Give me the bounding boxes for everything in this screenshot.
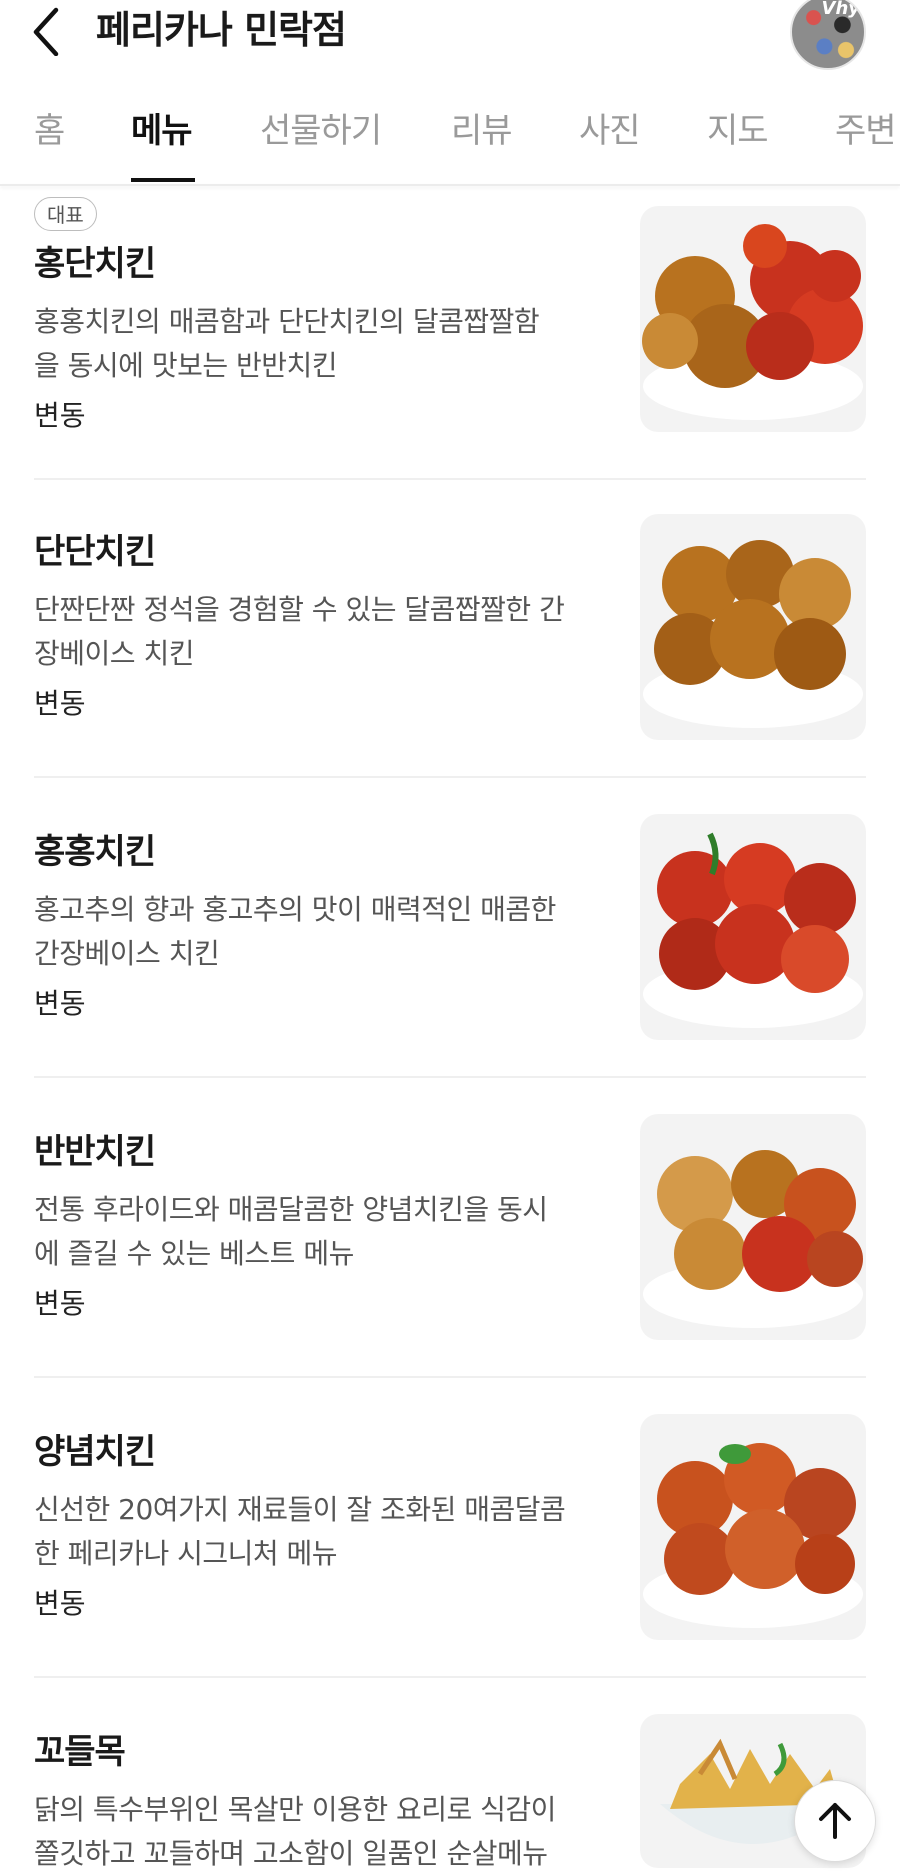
tab-bar: 홈 메뉴 선물하기 리뷰 사진 지도 주변 xyxy=(0,92,900,182)
menu-item-desc-line2: 쫄깃하고 꼬들하며 고소함이 일품인 순살메뉴 xyxy=(34,1837,548,1870)
item-divider xyxy=(34,776,866,778)
tab-photo[interactable]: 사진 xyxy=(579,110,641,152)
menu-item-name: 양념치킨 xyxy=(34,1432,156,1472)
store-avatar[interactable]: Vhy xyxy=(790,0,866,70)
signature-badge: 대표 xyxy=(34,197,97,231)
arrow-up-icon xyxy=(819,1803,851,1839)
chevron-left-icon xyxy=(33,7,59,57)
menu-item-price: 변동 xyxy=(34,1587,86,1620)
item-divider xyxy=(34,1676,866,1678)
menu-item-price: 변동 xyxy=(34,687,86,720)
menu-item-desc-line2: 간장베이스 치킨 xyxy=(34,937,220,970)
menu-item-desc-line1: 닭의 특수부위인 목살만 이용한 요리로 식감이 xyxy=(34,1793,556,1826)
menu-item-photo[interactable] xyxy=(640,814,866,1040)
menu-item-price: 변동 xyxy=(34,1287,86,1320)
tab-menu[interactable]: 메뉴 xyxy=(131,110,193,152)
menu-item-name: 홍단치킨 xyxy=(34,244,156,284)
avatar-text: Vhy xyxy=(821,0,860,19)
tab-map[interactable]: 지도 xyxy=(707,110,769,152)
menu-item-desc-line2: 한 페리카나 시그니처 메뉴 xyxy=(34,1537,338,1570)
menu-item-desc-line1: 홍고추의 향과 홍고추의 맛이 매력적인 매콤한 xyxy=(34,893,556,926)
tab-review[interactable]: 리뷰 xyxy=(451,110,513,152)
menu-item-desc-line1: 전통 후라이드와 매콤달콤한 양념치킨을 동시 xyxy=(34,1193,548,1226)
item-divider xyxy=(34,1076,866,1078)
menu-item-desc-line2: 을 동시에 맛보는 반반치킨 xyxy=(34,349,338,382)
menu-item-photo[interactable] xyxy=(640,514,866,740)
scroll-to-top-button[interactable] xyxy=(794,1780,876,1862)
menu-item-photo[interactable] xyxy=(640,1114,866,1340)
app-header: 페리카나 민락점 Vhy xyxy=(0,0,900,70)
menu-item-desc-line2: 장베이스 치킨 xyxy=(34,637,194,670)
menu-item-name: 꼬들목 xyxy=(34,1732,126,1772)
menu-item-price: 변동 xyxy=(34,399,86,432)
menu-item-price: 변동 xyxy=(34,987,86,1020)
tab-home[interactable]: 홈 xyxy=(34,110,65,152)
menu-item-photo[interactable] xyxy=(640,1414,866,1640)
menu-item-desc-line2: 에 즐길 수 있는 베스트 메뉴 xyxy=(34,1237,354,1270)
item-divider xyxy=(34,1376,866,1378)
menu-item-desc-line1: 신선한 20여가지 재료들이 잘 조화된 매콤달콤 xyxy=(34,1493,566,1526)
menu-item-desc-line1: 단짠단짠 정석을 경험할 수 있는 달콤짭짤한 간 xyxy=(34,593,565,626)
page-title: 페리카나 민락점 xyxy=(96,8,347,52)
menu-item-name: 홍홍치킨 xyxy=(34,832,156,872)
menu-item-name: 단단치킨 xyxy=(34,532,156,572)
menu-item-name: 반반치킨 xyxy=(34,1132,156,1172)
tab-divider xyxy=(0,184,900,186)
back-button[interactable] xyxy=(26,4,70,57)
active-tab-indicator xyxy=(131,178,195,182)
item-divider xyxy=(34,478,866,480)
tab-gift[interactable]: 선물하기 xyxy=(260,110,382,152)
tab-nearby[interactable]: 주변 xyxy=(835,110,897,152)
menu-item-desc-line1: 홍홍치킨의 매콤함과 단단치킨의 달콤짭짤함 xyxy=(34,305,540,338)
menu-item-photo[interactable] xyxy=(640,206,866,432)
